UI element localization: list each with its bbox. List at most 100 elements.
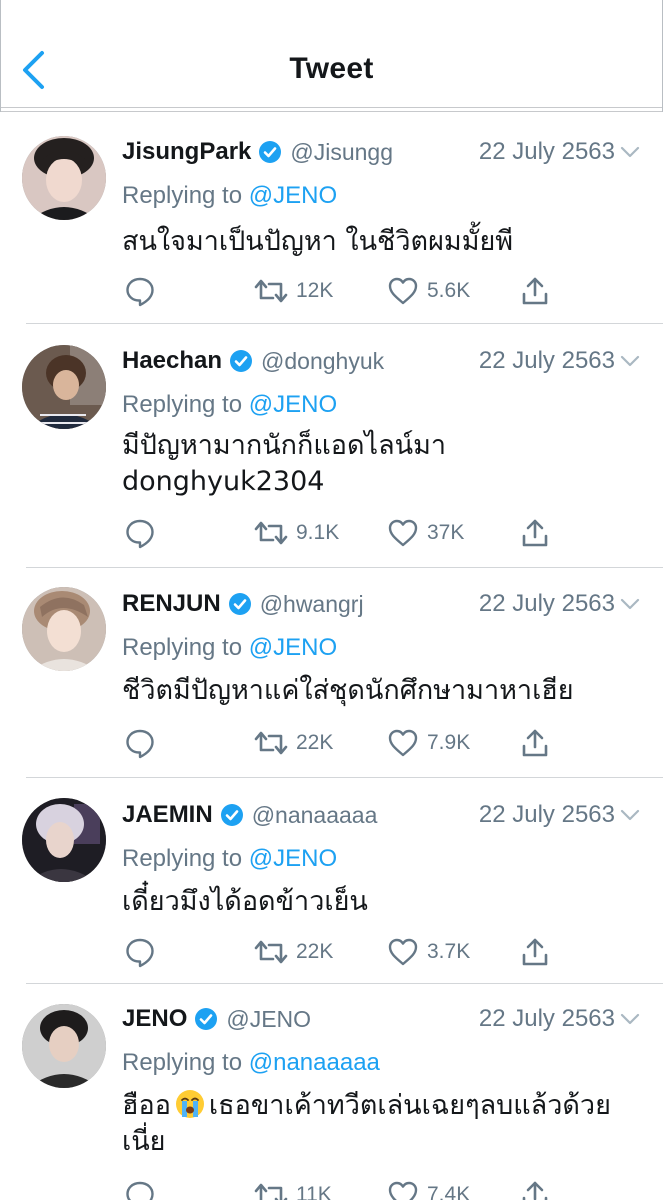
tweet-text-line: มีปัญหามากนักก็แอดไลน์มา — [122, 430, 447, 461]
avatar[interactable] — [22, 1004, 106, 1088]
replying-to: Replying to @JENO — [122, 182, 337, 210]
share-button[interactable] — [520, 726, 550, 760]
reply-mention-link[interactable]: @nanaaaaa — [249, 1049, 380, 1076]
tweet-actions: 12K 5.6K — [122, 274, 562, 308]
verified-badge-icon — [259, 141, 282, 163]
reply-list: JisungPark @Jisungg 22 July 2563 Replyin… — [0, 112, 663, 1200]
like-count: 5.6K — [427, 279, 471, 302]
chevron-down-icon[interactable] — [619, 593, 641, 615]
tweet-text-segment: ฮืออ — [122, 1090, 171, 1121]
avatar[interactable] — [22, 587, 106, 671]
avatar[interactable] — [22, 136, 106, 220]
tweet-card[interactable]: Haechan @donghyuk 22 July 2563 Replying … — [0, 324, 663, 568]
replying-to-label: Replying to — [122, 391, 243, 418]
reply-mention-link[interactable]: @JENO — [249, 391, 337, 418]
tweet-card[interactable]: JENO @JENO 22 July 2563 Replying to @nan… — [0, 984, 663, 1200]
verified-badge-icon — [228, 593, 251, 615]
share-button[interactable] — [520, 935, 550, 969]
avatar[interactable] — [22, 798, 106, 882]
retweet-button[interactable]: 12K — [254, 274, 333, 308]
tweet-header: Haechan @donghyuk 22 July 2563 — [122, 344, 641, 378]
verified-badge-icon — [195, 1008, 218, 1030]
share-icon — [522, 1181, 548, 1200]
chevron-down-icon[interactable] — [619, 141, 641, 163]
tweet-text-line: ฮืออ เธอขาเค้าทวีตเล่นเฉยๆลบแล้วด้วย — [122, 1088, 633, 1124]
share-icon — [522, 277, 548, 305]
replying-to-label: Replying to — [122, 634, 243, 661]
verified-badge-icon — [230, 350, 253, 372]
tweet-card[interactable]: JAEMIN @nanaaaaa 22 July 2563 Replying t… — [0, 778, 663, 984]
display-name[interactable]: Haechan — [122, 347, 222, 375]
share-icon — [522, 729, 548, 757]
tweet-text: เดี๋ยวมึงได้อดข้าวเย็น — [122, 884, 633, 920]
like-button[interactable]: 37K — [387, 516, 464, 550]
reply-button[interactable] — [124, 935, 156, 969]
retweet-icon — [254, 279, 288, 303]
retweet-count: 12K — [296, 279, 334, 302]
tweet-header: JENO @JENO 22 July 2563 — [122, 1002, 641, 1036]
tweet-date: 22 July 2563 — [478, 347, 615, 374]
reply-button[interactable] — [124, 274, 156, 308]
like-button[interactable]: 7.9K — [387, 726, 470, 760]
like-count: 37K — [427, 521, 465, 544]
reply-button[interactable] — [124, 1178, 156, 1200]
heart-icon — [388, 277, 418, 305]
user-handle[interactable]: @Jisungg — [290, 139, 393, 166]
reply-mention-link[interactable]: @JENO — [249, 634, 337, 661]
share-button[interactable] — [520, 1178, 550, 1200]
display-name[interactable]: RENJUN — [122, 590, 221, 618]
like-button[interactable]: 7.4K — [387, 1178, 470, 1200]
tweet-header: JisungPark @Jisungg 22 July 2563 — [122, 135, 641, 169]
like-count: 7.4K — [427, 1183, 471, 1200]
share-button[interactable] — [520, 274, 550, 308]
tweet-text: ชีวิตมีปัญหาแค่ใส่ชุดนักศึกษามาหาเฮีย — [122, 673, 633, 709]
user-handle[interactable]: @donghyuk — [261, 348, 384, 375]
user-handle[interactable]: @JENO — [226, 1006, 311, 1033]
tweet-text: ฮืออ เธอขาเค้าทวีตเล่นเฉยๆลบแล้วด้วย เนี่… — [122, 1088, 633, 1160]
reply-button[interactable] — [124, 516, 156, 550]
tweet-text-line: เดี๋ยวมึงได้อดข้าวเย็น — [122, 886, 368, 917]
reply-mention-link[interactable]: @JENO — [249, 845, 337, 872]
tweet-actions: 22K 3.7K — [122, 935, 562, 969]
replying-to-label: Replying to — [122, 182, 243, 209]
replying-to: Replying to @nanaaaaa — [122, 1049, 380, 1077]
like-button[interactable]: 3.7K — [387, 935, 470, 969]
navigation-bar: Tweet — [0, 0, 663, 112]
reply-icon — [126, 519, 154, 549]
retweet-button[interactable]: 22K — [254, 726, 333, 760]
reply-button[interactable] — [124, 726, 156, 760]
retweet-count: 22K — [296, 731, 334, 754]
avatar[interactable] — [22, 345, 106, 429]
like-button[interactable]: 5.6K — [387, 274, 470, 308]
tweet-text-line: สนใจมาเป็นปัญหา ในชีวิตผมมั้ยพี — [122, 226, 514, 257]
share-icon — [522, 519, 548, 547]
heart-icon — [388, 729, 418, 757]
user-handle[interactable]: @nanaaaaa — [252, 802, 378, 829]
tweet-card[interactable]: RENJUN @hwangrj 22 July 2563 Replying to… — [0, 568, 663, 778]
profile-photo-icon — [22, 1004, 106, 1088]
tweet-text: สนใจมาเป็นปัญหา ในชีวิตผมมั้ยพี — [122, 224, 633, 260]
display-name[interactable]: JisungPark — [122, 138, 251, 166]
retweet-button[interactable]: 9.1K — [254, 516, 339, 550]
verified-badge-icon — [220, 804, 243, 826]
tweet-actions: 11K 7.4K — [122, 1178, 562, 1200]
tweet-card[interactable]: JisungPark @Jisungg 22 July 2563 Replyin… — [0, 112, 663, 324]
chevron-down-icon[interactable] — [619, 350, 641, 372]
display-name[interactable]: JENO — [122, 1005, 187, 1033]
reply-mention-link[interactable]: @JENO — [249, 182, 337, 209]
retweet-icon — [254, 1183, 288, 1200]
retweet-button[interactable]: 22K — [254, 935, 333, 969]
heart-icon — [388, 1181, 418, 1200]
tweet-header: JAEMIN @nanaaaaa 22 July 2563 — [122, 798, 641, 832]
chevron-down-icon[interactable] — [619, 1008, 641, 1030]
tweet-date: 22 July 2563 — [478, 801, 615, 828]
reply-icon — [126, 938, 154, 968]
share-button[interactable] — [520, 516, 550, 550]
replying-to: Replying to @JENO — [122, 845, 337, 873]
tweet-actions: 9.1K 37K — [122, 516, 562, 550]
retweet-button[interactable]: 11K — [254, 1178, 332, 1200]
chevron-down-icon[interactable] — [619, 804, 641, 826]
profile-photo-icon — [22, 136, 106, 220]
user-handle[interactable]: @hwangrj — [260, 591, 364, 618]
display-name[interactable]: JAEMIN — [122, 801, 213, 829]
